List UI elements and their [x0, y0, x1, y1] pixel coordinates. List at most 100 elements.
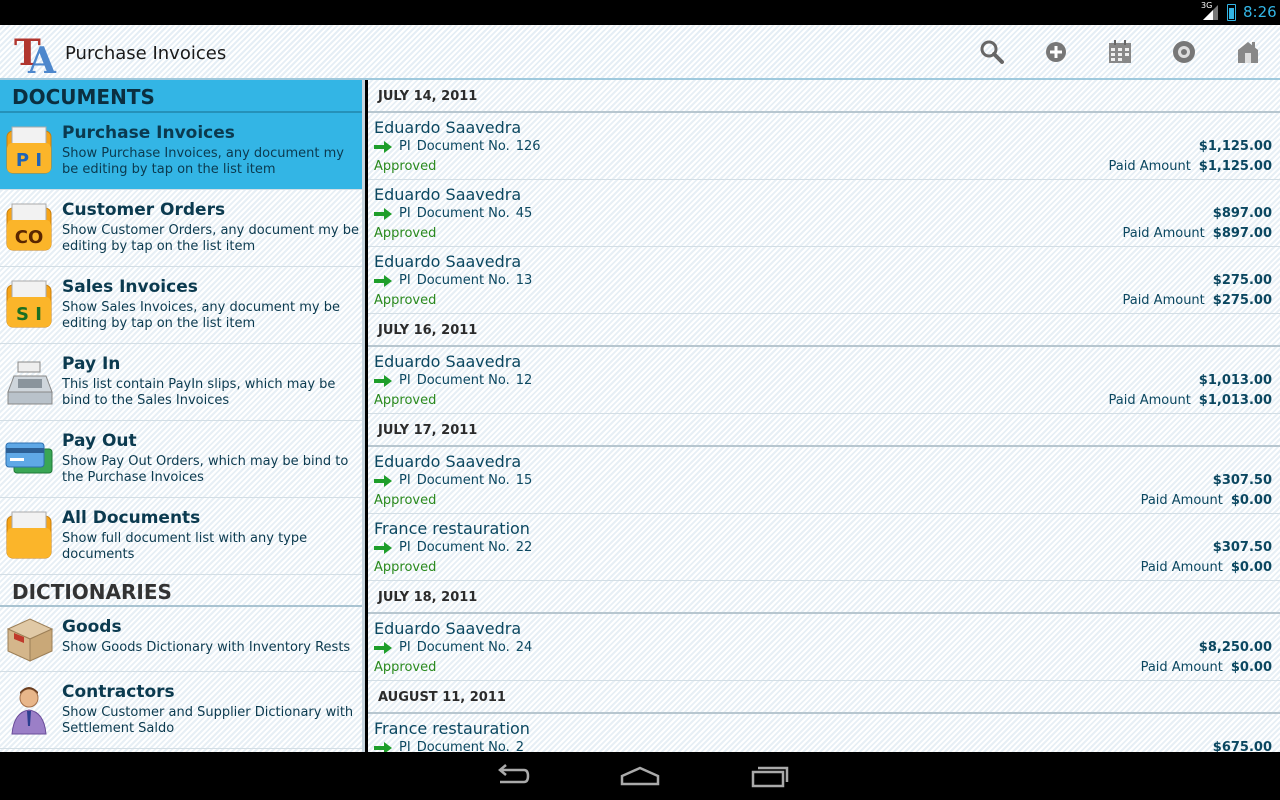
document-type: PI	[399, 473, 411, 488]
dictionaries-header: DICTIONARIES	[0, 575, 362, 607]
document-number-label: Document No.	[416, 540, 510, 555]
paid-amount-label: Paid Amount	[1140, 560, 1223, 575]
search-icon	[980, 40, 1004, 64]
home-icon	[1238, 42, 1258, 63]
paid-amount-value: $897.00	[1212, 226, 1272, 241]
arrow-right-icon	[374, 375, 392, 387]
nav-item-pay-out[interactable]: Pay Out Show Pay Out Orders, which may b…	[0, 421, 362, 498]
document-amount: $897.00	[1212, 206, 1272, 221]
search-button[interactable]	[975, 35, 1009, 69]
nav-item-customer-orders[interactable]: CO Customer Orders Show Customer Orders,…	[0, 190, 362, 267]
document-number-label: Document No.	[416, 206, 510, 221]
document-number: 13	[515, 273, 533, 288]
back-icon	[498, 764, 530, 784]
contractor-name: Eduardo Saavedra	[374, 452, 522, 471]
arrow-right-icon	[374, 742, 392, 752]
app-root: 3G 8:26 T A Purchase Invoices DOCUMENTS …	[0, 0, 1280, 800]
document-number-label: Document No.	[416, 640, 510, 655]
arrow-right-icon	[374, 208, 392, 220]
nav-item-description: Show Pay Out Orders, which may be bind t…	[62, 454, 349, 485]
calendar-button[interactable]	[1103, 35, 1137, 69]
nav-item-title: Customer Orders	[62, 200, 226, 220]
paid-amount-label: Paid Amount	[1108, 159, 1191, 174]
document-type: PI	[399, 373, 411, 388]
document-amount: $1,013.00	[1198, 373, 1272, 388]
status-label: Approved	[374, 159, 437, 174]
document-amount: $275.00	[1212, 273, 1272, 288]
person-icon	[11, 687, 47, 735]
document-amount: $307.50	[1212, 473, 1272, 488]
svg-text:S I: S I	[16, 304, 42, 325]
document-row[interactable]: Eduardo Saavedra PI Document No. 24 Approved…	[368, 614, 1280, 681]
document-row[interactable]: France restauration PI Document No. 2 $675.0…	[368, 714, 1280, 752]
paid-amount-label: Paid Amount	[1108, 393, 1191, 408]
customer-orders-folder-icon: CO	[6, 203, 52, 251]
document-type: PI	[399, 273, 411, 288]
nav-item-description: Show Purchase Invoices, any document my …	[62, 146, 345, 177]
paid-amount: Paid Amount $1,013.00	[1108, 393, 1272, 408]
document-row[interactable]: Eduardo Saavedra PI Document No. 12 Approved…	[368, 347, 1280, 414]
nav-item-goods[interactable]: Goods Show Goods Dictionary with Invento…	[0, 607, 362, 672]
action-bar: T A Purchase Invoices	[0, 25, 1280, 80]
nav-item-all-documents[interactable]: All Documents Show full document list wi…	[0, 498, 362, 575]
document-number: 24	[515, 640, 533, 655]
app-title: Purchase Invoices	[65, 43, 227, 64]
paid-amount-label: Paid Amount	[1122, 226, 1205, 241]
recents-icon	[751, 766, 789, 788]
document-type: PI	[399, 540, 411, 555]
add-button[interactable]	[1039, 35, 1073, 69]
document-number: 22	[515, 540, 533, 555]
settings-button[interactable]	[1167, 35, 1201, 69]
paid-amount-value: $1,125.00	[1198, 159, 1272, 174]
status-label: Approved	[374, 493, 437, 508]
credit-card-icon	[5, 442, 53, 474]
document-amount: $1,125.00	[1198, 139, 1272, 154]
contractor-name: France restauration	[374, 519, 530, 538]
nav-item-description: Show Sales Invoices, any document my be …	[62, 300, 340, 331]
document-row[interactable]: Eduardo Saavedra PI Document No. 15 Approved…	[368, 447, 1280, 514]
arrow-right-icon	[374, 642, 392, 654]
document-type: PI	[399, 206, 411, 221]
navigation-panel: DOCUMENTS P I Purchase Invoices Show Pur…	[0, 80, 365, 752]
home-button[interactable]	[1231, 35, 1265, 69]
paid-amount-value: $1,013.00	[1198, 393, 1272, 408]
document-row[interactable]: Eduardo Saavedra PI Document No. 13 Approved…	[368, 247, 1280, 314]
document-row[interactable]: Eduardo Saavedra PI Document No. 45 Approved…	[368, 180, 1280, 247]
back-button[interactable]	[492, 762, 532, 790]
paid-amount-label: Paid Amount	[1140, 660, 1223, 675]
signal-icon	[1203, 5, 1218, 20]
paid-amount: Paid Amount $275.00	[1122, 293, 1272, 308]
contractor-name: Eduardo Saavedra	[374, 252, 522, 271]
document-number-label: Document No.	[416, 740, 510, 752]
contractor-name: France restauration	[374, 719, 530, 738]
document-info: PI Document No. 13	[399, 273, 538, 288]
document-row[interactable]: Eduardo Saavedra PI Document No. 126 Approve…	[368, 113, 1280, 180]
paid-amount-label: Paid Amount	[1140, 493, 1223, 508]
document-type: PI	[399, 640, 411, 655]
date-group-header: JULY 18, 2011	[368, 581, 1280, 614]
documents-header: DOCUMENTS	[0, 80, 362, 113]
settings-icon	[1173, 41, 1195, 63]
recents-button[interactable]	[750, 762, 790, 790]
folder-icon	[6, 511, 52, 559]
nav-item-contractors[interactable]: Contractors Show Customer and Supplier D…	[0, 672, 362, 749]
nav-item-sales-invoices[interactable]: S I Sales Invoices Show Sales Invoices, …	[0, 267, 362, 344]
document-amount: $675.00	[1212, 740, 1272, 752]
document-info: PI Document No. 126	[399, 139, 547, 154]
nav-item-purchase-invoices[interactable]: P I Purchase Invoices Show Purchase Invo…	[0, 113, 362, 190]
date-group-header: JULY 17, 2011	[368, 414, 1280, 447]
app-logo[interactable]: T A	[12, 31, 62, 75]
document-info: PI Document No. 2	[399, 740, 530, 752]
battery-icon	[1227, 4, 1236, 21]
cash-register-icon	[7, 361, 53, 405]
document-info: PI Document No. 12	[399, 373, 538, 388]
arrow-right-icon	[374, 475, 392, 487]
document-number-label: Document No.	[416, 473, 510, 488]
sales-invoice-folder-icon: S I	[6, 280, 52, 328]
document-amount: $307.50	[1212, 540, 1272, 555]
document-row[interactable]: France restauration PI Document No. 22 Appro…	[368, 514, 1280, 581]
home-nav-button[interactable]	[620, 762, 660, 790]
nav-item-pay-in[interactable]: Pay In This list contain PayIn slips, wh…	[0, 344, 362, 421]
status-label: Approved	[374, 226, 437, 241]
paid-amount-value: $275.00	[1212, 293, 1272, 308]
